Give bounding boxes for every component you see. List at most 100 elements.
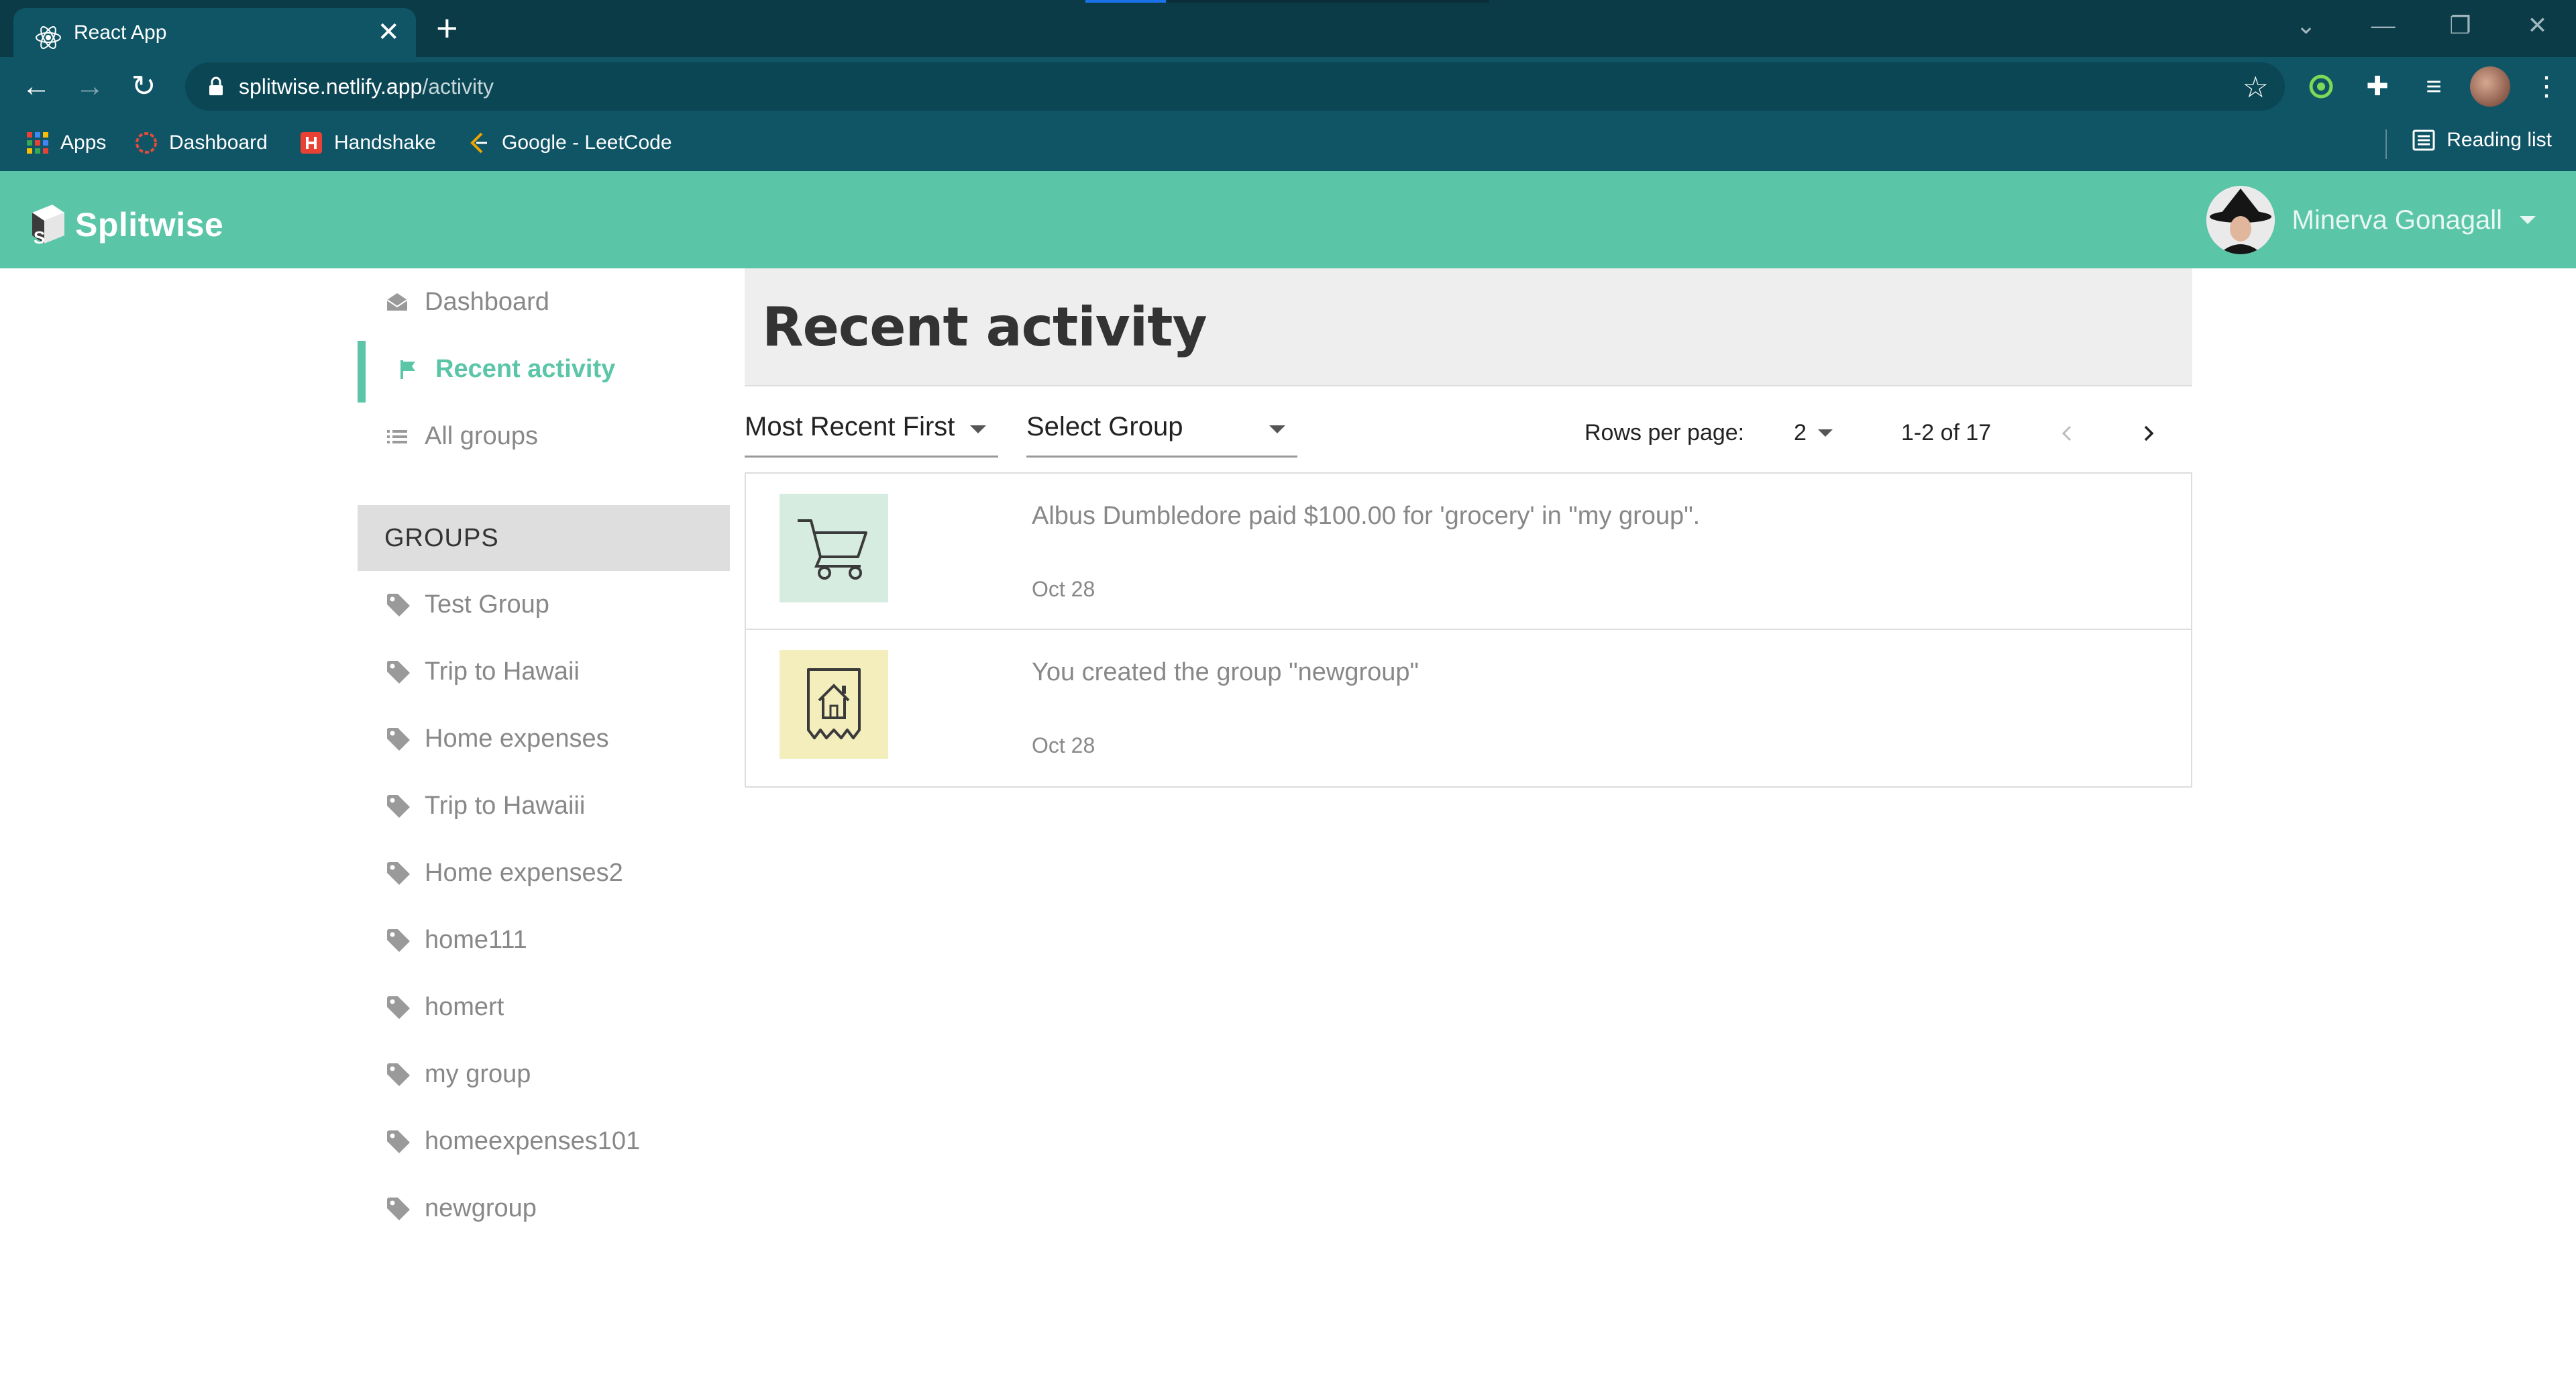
leetcode-favicon [470,132,487,154]
tag-icon [387,594,410,617]
splitwise-logo-icon: S [32,205,64,246]
rows-per-page-caret-icon[interactable] [1818,429,1833,437]
group-name: Trip to Hawaiii [425,791,586,820]
sidebar-item-group[interactable]: newgroup [358,1175,730,1242]
bookmark-handshake[interactable]: Handshake [299,128,436,158]
group-name: homert [425,992,504,1021]
brand[interactable]: S Splitwise [25,203,223,246]
page-title-bar: Recent activity [745,268,2192,386]
group-name: Home expenses2 [425,858,623,887]
tag-icon [387,1198,410,1220]
dropdown-arrow-icon [970,425,986,433]
next-page-button[interactable] [2129,415,2167,452]
extension-icons: ✚ ≡ ⋮ [2301,66,2567,107]
media-queue-icon[interactable]: ≡ [2414,66,2454,107]
reading-list-button[interactable]: Reading list [2412,128,2552,152]
group-select[interactable]: Select Group [1026,412,1297,458]
flag-icon [400,360,415,379]
activity-thumbnail [780,650,888,759]
activity-message: Albus Dumbledore paid $100.00 for 'groce… [1032,502,1701,530]
list-controls: Most Recent First Select Group Rows per … [745,386,2192,472]
sidebar-item-group[interactable]: Home expenses2 [358,839,730,906]
sidebar-item-group[interactable]: my group [358,1041,730,1108]
activity-list: Albus Dumbledore paid $100.00 for 'groce… [745,472,2192,788]
chevron-left-icon [2061,425,2072,441]
tag-icon [387,996,410,1019]
reading-list-icon [2412,129,2435,151]
apps-grid-icon [27,132,48,154]
address-bar[interactable]: splitwise.netlify.app/activity ☆ [185,62,2285,111]
bookmark-apps[interactable]: Apps [25,128,106,158]
tab-title: React App [74,21,167,44]
bookmark-label: Google - LeetCode [502,131,672,154]
sidebar-item-label: All groups [425,421,538,450]
prev-page-button[interactable] [2049,415,2086,452]
sidebar-item-group[interactable]: Trip to Hawaiii [358,772,730,839]
sidebar-item-group[interactable]: home111 [358,906,730,973]
bookmark-star-icon[interactable]: ☆ [2243,70,2269,105]
rows-per-page-label: Rows per page: [1585,420,1745,445]
new-tab-button[interactable]: + [436,8,458,48]
dashboard-favicon [136,132,157,154]
sidebar-item-recent-activity[interactable]: Recent activity [358,335,730,403]
house-receipt-icon [807,668,861,739]
group-list: Test Group Trip to Hawaii Home expenses Tri… [358,571,730,1242]
dropdown-arrow-icon [1269,425,1285,433]
brand-name: Splitwise [75,206,224,244]
activity-row[interactable]: Albus Dumbledore paid $100.00 for 'groce… [746,474,2191,630]
back-icon[interactable]: ← [16,66,56,107]
group-name: my group [425,1059,531,1088]
tag-icon [387,661,410,684]
forward-icon[interactable]: → [70,66,110,107]
sidebar-item-dashboard[interactable]: Dashboard [358,268,730,335]
tag-icon [387,929,410,952]
pagination-range: 1-2 of 17 [1901,420,1992,445]
sidebar-item-group[interactable]: homert [358,973,730,1041]
group-name: home111 [425,925,527,954]
sidebar-item-group[interactable]: Home expenses [358,705,730,772]
bookmark-dashboard[interactable]: Dashboard [134,128,268,158]
svg-text:S: S [34,227,45,246]
group-name: newgroup [425,1193,537,1222]
sort-select[interactable]: Most Recent First [745,412,998,458]
tag-icon [387,728,410,751]
close-window-icon[interactable]: ✕ [2499,0,2576,51]
sidebar-item-group[interactable]: Trip to Hawaii [358,638,730,705]
sidebar-item-group[interactable]: Test Group [358,571,730,638]
sidebar-item-label: Recent activity [435,354,616,383]
cart-icon [798,519,867,580]
page-title: Recent activity [762,295,1208,358]
tag-icon [387,1130,410,1153]
list-icon [387,430,407,443]
restore-icon[interactable]: ❐ [2422,0,2499,51]
browser-tabstrip: React App ✕ + ⌄ — ❐ ✕ [0,0,2576,57]
user-menu[interactable]: Minerva Gonagall [2206,186,2536,254]
group-name: Home expenses [425,724,609,753]
user-avatar [2206,186,2275,254]
reading-list-label: Reading list [2447,129,2552,151]
sidebar-item-all-groups[interactable]: All groups [358,403,730,470]
browser-menu-icon[interactable]: ⋮ [2526,66,2567,107]
user-name: Minerva Gonagall [2292,205,2503,235]
bookmark-label: Apps [60,131,107,154]
app-header: S Splitwise Minerva Gonagall [0,171,2576,268]
extensions-puzzle-icon[interactable]: ✚ [2357,66,2398,107]
bookmark-label: Handshake [334,131,436,154]
left-sidebar: Dashboard Recent activity All groups GRO… [358,268,730,1242]
rows-per-page-select[interactable]: 2 [1794,420,1807,446]
reload-icon[interactable]: ↻ [123,66,164,107]
bookmarks-bar: Apps Dashboard Handshake Google - LeetCo… [0,116,2576,171]
activity-row[interactable]: You created the group "newgroup" Oct 28 [746,630,2191,786]
tab-close-icon[interactable]: ✕ [377,17,400,47]
activity-thumbnail [780,494,888,602]
extension-ring-icon[interactable] [2301,66,2341,107]
profile-avatar-icon[interactable] [2470,66,2510,107]
main-content: Recent activity Most Recent First Select… [745,268,2192,788]
tab-search-icon[interactable]: ⌄ [2267,0,2345,51]
sidebar-item-group[interactable]: homeexpenses101 [358,1108,730,1175]
browser-tab[interactable]: React App ✕ [13,8,416,57]
loading-indicator [1085,0,1166,3]
activity-message: You created the group "newgroup" [1032,658,1419,686]
minimize-icon[interactable]: — [2345,0,2422,51]
bookmark-leetcode[interactable]: Google - LeetCode [467,128,672,158]
